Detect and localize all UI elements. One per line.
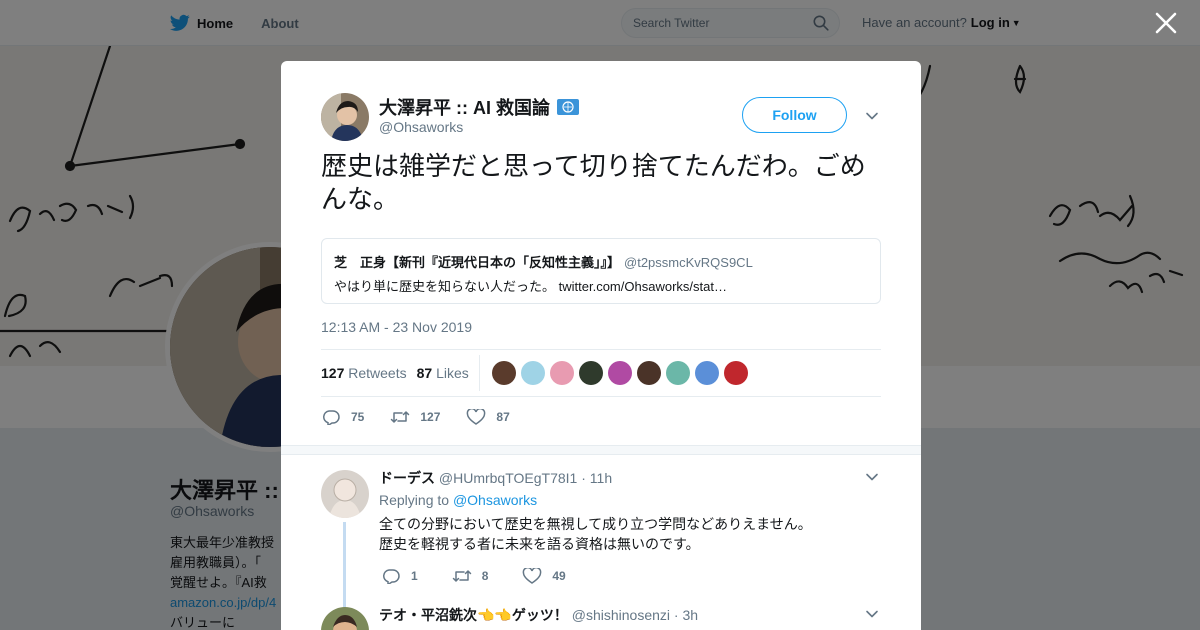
reply-author-name[interactable]: テオ・平沼銑次👈👈ゲッツ！ [379,608,568,624]
stats-divider [478,355,480,391]
like-count: 87 [496,410,510,424]
tweet-timestamp[interactable]: 12:13 AM - 23 Nov 2019 [321,319,472,335]
quoted-tweet-body: やはり単に歴史を知らない人だった。 twitter.com/Ohsaworks/… [334,276,868,295]
reply-avatar-photo [321,470,369,518]
reply-avatar-photo [321,607,369,630]
tweet-actions: 75 127 87 [321,409,536,425]
replies-separator [281,445,921,455]
chevron-down-icon[interactable] [865,607,879,621]
liker-avatar[interactable] [607,361,632,385]
quoted-tweet-text: やはり単に歴史を知らない人だった。 [334,280,556,295]
retweets-label: Retweets [348,365,407,381]
replying-to-handle[interactable]: @Ohsaworks [453,492,537,508]
close-icon[interactable] [1155,12,1177,34]
reply-avatar[interactable] [321,607,369,630]
quoted-author-handle: @t2pssmcKvRQS9CL [624,255,753,270]
quoted-tweet-header: 芝 正身【新刊『近現代日本の「反知性主義」』】 @t2pssmcKvRQS9CL [334,252,868,271]
heart-icon [467,409,486,425]
like-count: 49 [552,569,566,583]
reply-button[interactable]: 1 [381,568,418,584]
author-name[interactable]: 大澤昇平 :: AI 救国論 [379,94,579,120]
replying-to-prefix: Replying to [379,492,450,508]
retweet-count: 8 [481,569,489,583]
tweet-stats: 127 Retweets 87 Likes [321,349,881,397]
likes-count: 87 [416,365,433,381]
liker-avatar[interactable] [491,361,516,385]
quoted-author-name: 芝 正身【新刊『近現代日本の「反知性主義」』】 [334,256,621,271]
quoted-tweet-link[interactable]: twitter.com/Ohsaworks/stat… [559,279,727,294]
liker-avatar[interactable] [723,361,748,385]
like-button[interactable]: 87 [466,409,510,425]
liker-avatar[interactable] [665,361,690,385]
liker-avatar[interactable] [578,361,603,385]
reply-count: 1 [411,569,418,583]
reply-header: ドーデス @HUmrbqTOEgT78I1 · 11h [379,468,612,488]
likes-label: Likes [436,365,469,381]
reply-count: 75 [351,410,365,424]
quoted-tweet[interactable]: 芝 正身【新刊『近現代日本の「反知性主義」』】 @t2pssmcKvRQS9CL … [321,238,881,304]
retweets-count: 127 [321,365,345,381]
reply-icon [382,569,400,584]
retweet-button[interactable]: 127 [390,409,440,425]
liker-avatar[interactable] [549,361,574,385]
retweet-icon [452,570,471,582]
likes-stat[interactable]: 87 Likes [417,365,469,381]
replying-to: Replying to @Ohsaworks [379,492,537,508]
reply-actions: 1 8 49 [381,568,600,584]
chevron-down-icon[interactable] [865,109,879,123]
like-button[interactable]: 49 [522,568,566,584]
reply-author-handle[interactable]: @shishinosenzi [572,607,670,623]
thread-line [343,522,346,608]
reply-button[interactable]: 75 [321,409,364,425]
tweet-permalink-modal: 大澤昇平 :: AI 救国論 @Ohsaworks Follow 歴史は雑学だと… [281,61,921,630]
liker-avatars [491,361,753,385]
retweet-count: 127 [420,410,441,424]
tweet-text: 歴史は雑学だと思って切り捨てたんだわ。ごめんな。 [321,152,866,215]
reply-text: 全ての分野において歴史を無視して成り立つ学問などありえません。 歴史を軽視する者… [379,515,812,555]
follow-button[interactable]: Follow [742,97,847,133]
author-handle[interactable]: @Ohsaworks [379,119,463,135]
chevron-down-icon[interactable] [865,470,879,484]
reply-icon [322,410,340,425]
reply-author-name[interactable]: ドーデス [379,471,435,487]
reply-time[interactable]: · 3h [674,607,698,623]
reply-header: テオ・平沼銑次👈👈ゲッツ！ @shishinosenzi · 3h [379,605,698,625]
reply-avatar[interactable] [321,470,369,518]
liker-avatar[interactable] [694,361,719,385]
verified-badge-icon [557,99,579,115]
author-name-text: 大澤昇平 :: AI 救国論 [379,98,550,118]
liker-avatar[interactable] [636,361,661,385]
retweets-stat[interactable]: 127 Retweets [321,365,407,381]
author-avatar[interactable] [321,93,369,141]
retweet-button[interactable]: 8 [452,568,489,584]
liker-avatar[interactable] [520,361,545,385]
reply-time[interactable]: · 11h [581,470,612,486]
retweet-icon [391,411,410,423]
reply-text-line: 全ての分野において歴史を無視して成り立つ学問などありえません。 [379,517,812,533]
reply-text-line: 歴史を軽視する者に未来を語る資格は無いのです。 [379,537,700,553]
author-photo [321,93,369,141]
heart-icon [523,568,542,584]
reply-author-handle[interactable]: @HUmrbqTOEgT78I1 [439,470,577,486]
